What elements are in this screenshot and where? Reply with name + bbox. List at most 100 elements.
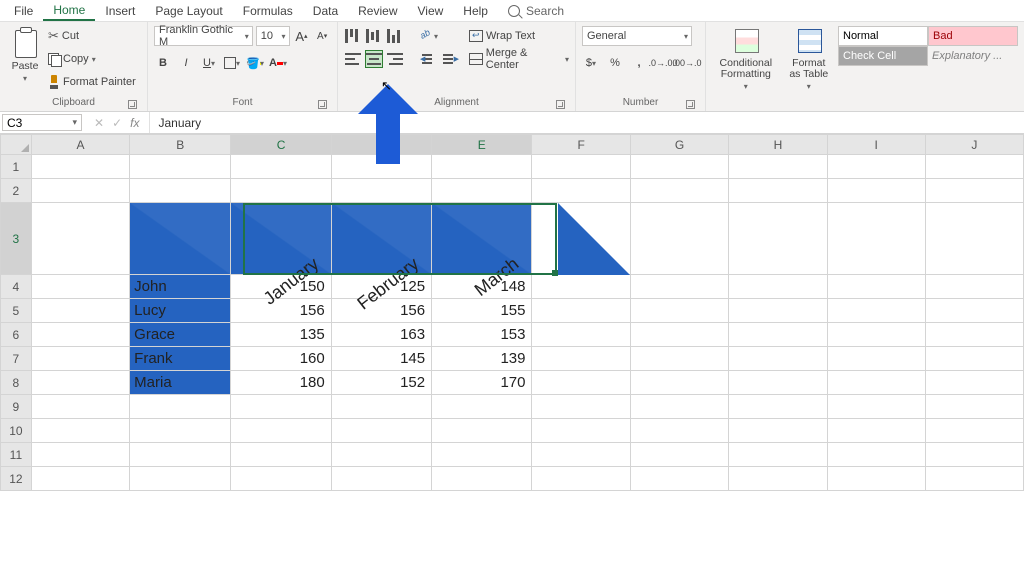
enter-icon[interactable]: ✓ [112,116,122,130]
fx-icon[interactable]: fx [130,116,139,130]
col-header-G[interactable]: G [630,135,728,155]
underline-button[interactable]: U▾ [200,54,218,72]
tab-formulas[interactable]: Formulas [233,2,303,20]
cell-E7[interactable]: 139 [432,347,532,371]
dialog-launcher-icon[interactable] [556,100,565,109]
tab-page-layout[interactable]: Page Layout [145,2,232,20]
format-painter-button[interactable]: Format Painter [48,72,136,92]
cell-C8[interactable]: 180 [231,371,331,395]
cell-B3[interactable] [130,203,231,275]
cell-E3[interactable]: March [432,203,532,275]
select-all-corner[interactable] [1,135,32,155]
comma-format-button[interactable]: , [630,54,648,72]
tab-insert[interactable]: Insert [95,2,145,20]
tab-file[interactable]: File [4,2,43,20]
align-left-button[interactable] [344,50,362,68]
tab-review[interactable]: Review [348,2,407,20]
style-check-cell[interactable]: Check Cell [838,46,928,66]
cell-B8[interactable]: Maria [130,371,231,395]
row-header-2[interactable]: 2 [1,179,32,203]
font-size-combo[interactable]: 10 [256,26,290,46]
row-header-10[interactable]: 10 [1,419,32,443]
cell-D7[interactable]: 145 [331,347,431,371]
align-top-button[interactable] [344,27,362,45]
row-header-6[interactable]: 6 [1,323,32,347]
col-header-E[interactable]: E [432,135,532,155]
group-styles: Conditional Formatting▾ Format as Table▾… [706,22,1024,111]
col-header-C[interactable]: C [231,135,331,155]
col-header-A[interactable]: A [31,135,129,155]
cell-D8[interactable]: 152 [331,371,431,395]
grow-font-button[interactable]: A▴ [293,27,311,45]
cell-C3[interactable]: January [231,203,331,275]
font-name-combo[interactable]: Franklin Gothic M [154,26,253,46]
search-box[interactable]: Search [508,4,564,18]
cut-button[interactable]: ✂Cut [48,26,136,46]
row-header-9[interactable]: 9 [1,395,32,419]
cell-D6[interactable]: 163 [331,323,431,347]
cell-E6[interactable]: 153 [432,323,532,347]
col-header-I[interactable]: I [827,135,925,155]
increase-decimal-button[interactable]: .0→.00 [654,54,672,72]
orientation-button[interactable]: ▾ [420,27,438,45]
decrease-indent-button[interactable] [420,50,438,68]
align-center-button[interactable] [365,50,383,68]
cell-E5[interactable]: 155 [432,299,532,323]
wrap-text-button[interactable]: Wrap Text [469,26,569,46]
worksheet-grid[interactable]: A B C D E F G H I J 1 2 3 January Februa… [0,134,1024,578]
align-right-button[interactable] [386,50,404,68]
tab-data[interactable]: Data [303,2,348,20]
borders-button[interactable]: ▾ [223,54,241,72]
formula-input[interactable]: January [150,112,1024,133]
conditional-formatting-button[interactable]: Conditional Formatting▾ [712,26,780,95]
col-header-F[interactable]: F [532,135,630,155]
align-bottom-button[interactable] [386,27,404,45]
italic-button[interactable]: I [177,54,195,72]
dialog-launcher-icon[interactable] [318,100,327,109]
col-header-B[interactable]: B [130,135,231,155]
cell-E8[interactable]: 170 [432,371,532,395]
name-box[interactable]: C3 [2,114,82,131]
row-header-3[interactable]: 3 [1,203,32,275]
col-header-H[interactable]: H [729,135,827,155]
tab-view[interactable]: View [408,2,454,20]
row-header-8[interactable]: 8 [1,371,32,395]
fill-color-button[interactable]: 🪣▾ [246,54,264,72]
cell-B7[interactable]: Frank [130,347,231,371]
dialog-launcher-icon[interactable] [128,100,137,109]
percent-format-button[interactable]: % [606,54,624,72]
shrink-font-button[interactable]: A▾ [313,27,331,45]
cell-B5[interactable]: Lucy [130,299,231,323]
paste-button[interactable]: Paste ▾ [6,26,44,95]
row-header-11[interactable]: 11 [1,443,32,467]
cell-D3[interactable]: February [331,203,431,275]
cancel-icon[interactable]: ✕ [94,116,104,130]
dialog-launcher-icon[interactable] [686,100,695,109]
tab-home[interactable]: Home [43,1,95,21]
cell-B6[interactable]: Grace [130,323,231,347]
col-header-J[interactable]: J [925,135,1023,155]
format-as-table-button[interactable]: Format as Table▾ [784,26,834,95]
row-header-4[interactable]: 4 [1,275,32,299]
cell-C7[interactable]: 160 [231,347,331,371]
number-format-combo[interactable]: General [582,26,692,46]
merge-center-button[interactable]: Merge & Center▾ [469,49,569,69]
cell-C6[interactable]: 135 [231,323,331,347]
row-header-7[interactable]: 7 [1,347,32,371]
copy-button[interactable]: Copy▾ [48,49,136,69]
font-color-button[interactable]: A▾ [269,54,287,72]
tab-help[interactable]: Help [453,2,498,20]
increase-indent-button[interactable] [441,50,459,68]
row-header-5[interactable]: 5 [1,299,32,323]
row-header-12[interactable]: 12 [1,467,32,491]
accounting-format-button[interactable]: $▾ [582,54,600,72]
decrease-decimal-button[interactable]: .00→.0 [678,54,696,72]
style-bad[interactable]: Bad [928,26,1018,46]
row-header-1[interactable]: 1 [1,155,32,179]
style-explanatory[interactable]: Explanatory ... [928,46,1018,66]
bold-button[interactable]: B [154,54,172,72]
style-normal[interactable]: Normal [838,26,928,46]
col-header-D[interactable]: D [331,135,431,155]
cell-B4[interactable]: John [130,275,231,299]
align-middle-button[interactable] [365,27,383,45]
